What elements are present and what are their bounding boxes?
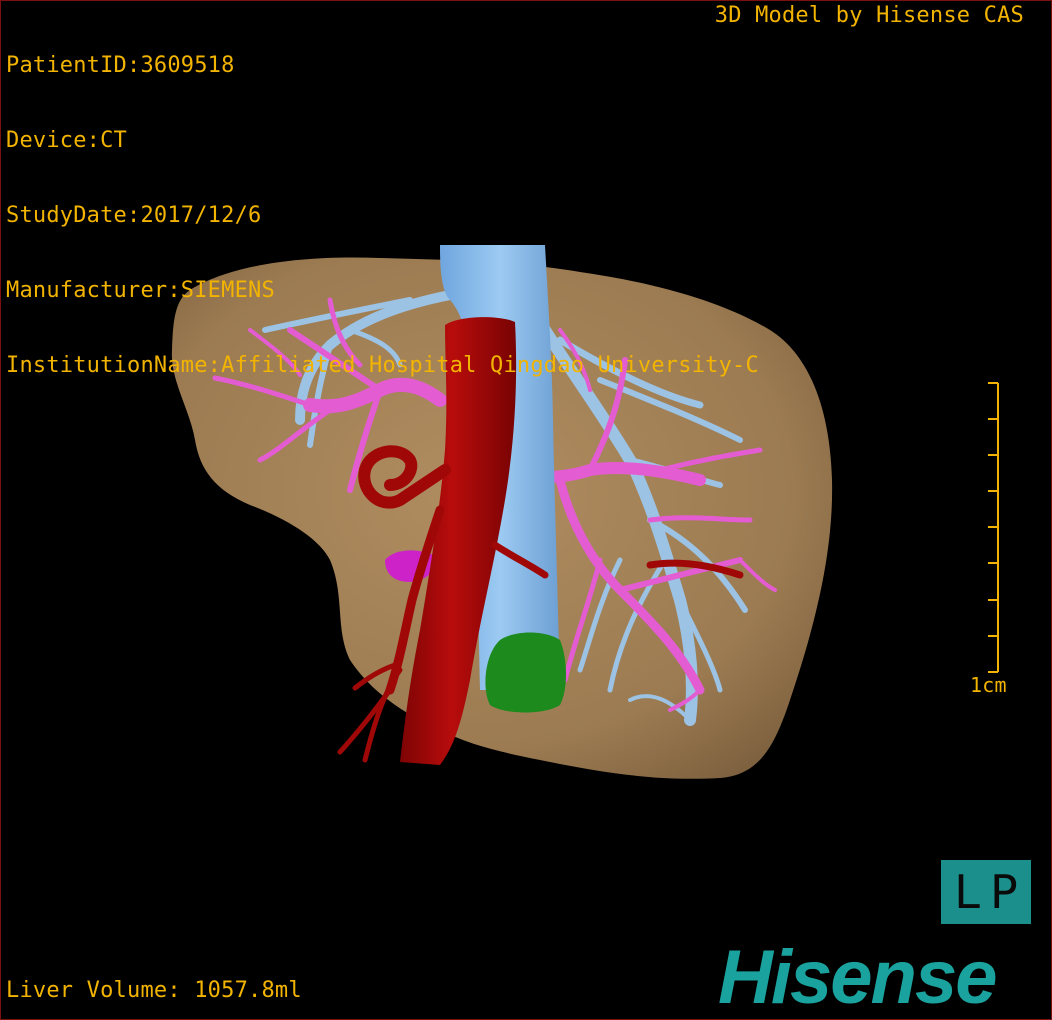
orientation-left-label: L bbox=[954, 865, 980, 919]
scale-label: 1cm bbox=[970, 673, 1007, 697]
device: Device:CT bbox=[6, 128, 128, 153]
manufacturer: Manufacturer:SIEMENS bbox=[6, 278, 275, 303]
model-credit: 3D Model by Hisense CAS bbox=[714, 3, 1024, 28]
patient-info-overlay: PatientID:3609518 Device:CT StudyDate:20… bbox=[6, 3, 759, 403]
study-date: StudyDate:2017/12/6 bbox=[6, 203, 262, 228]
gallbladder bbox=[485, 632, 566, 713]
liver-volume: Liver Volume: 1057.8ml bbox=[6, 978, 302, 1003]
scale-bar-icon bbox=[988, 382, 999, 673]
hisense-logo: Hisense bbox=[718, 935, 997, 1020]
orientation-cube-icon[interactable]: L P bbox=[941, 860, 1031, 924]
institution-name: InstitutionName:Affiliated Hospital Qing… bbox=[6, 353, 759, 378]
patient-id: PatientID:3609518 bbox=[6, 53, 235, 78]
orientation-right-label: P bbox=[989, 865, 1018, 919]
